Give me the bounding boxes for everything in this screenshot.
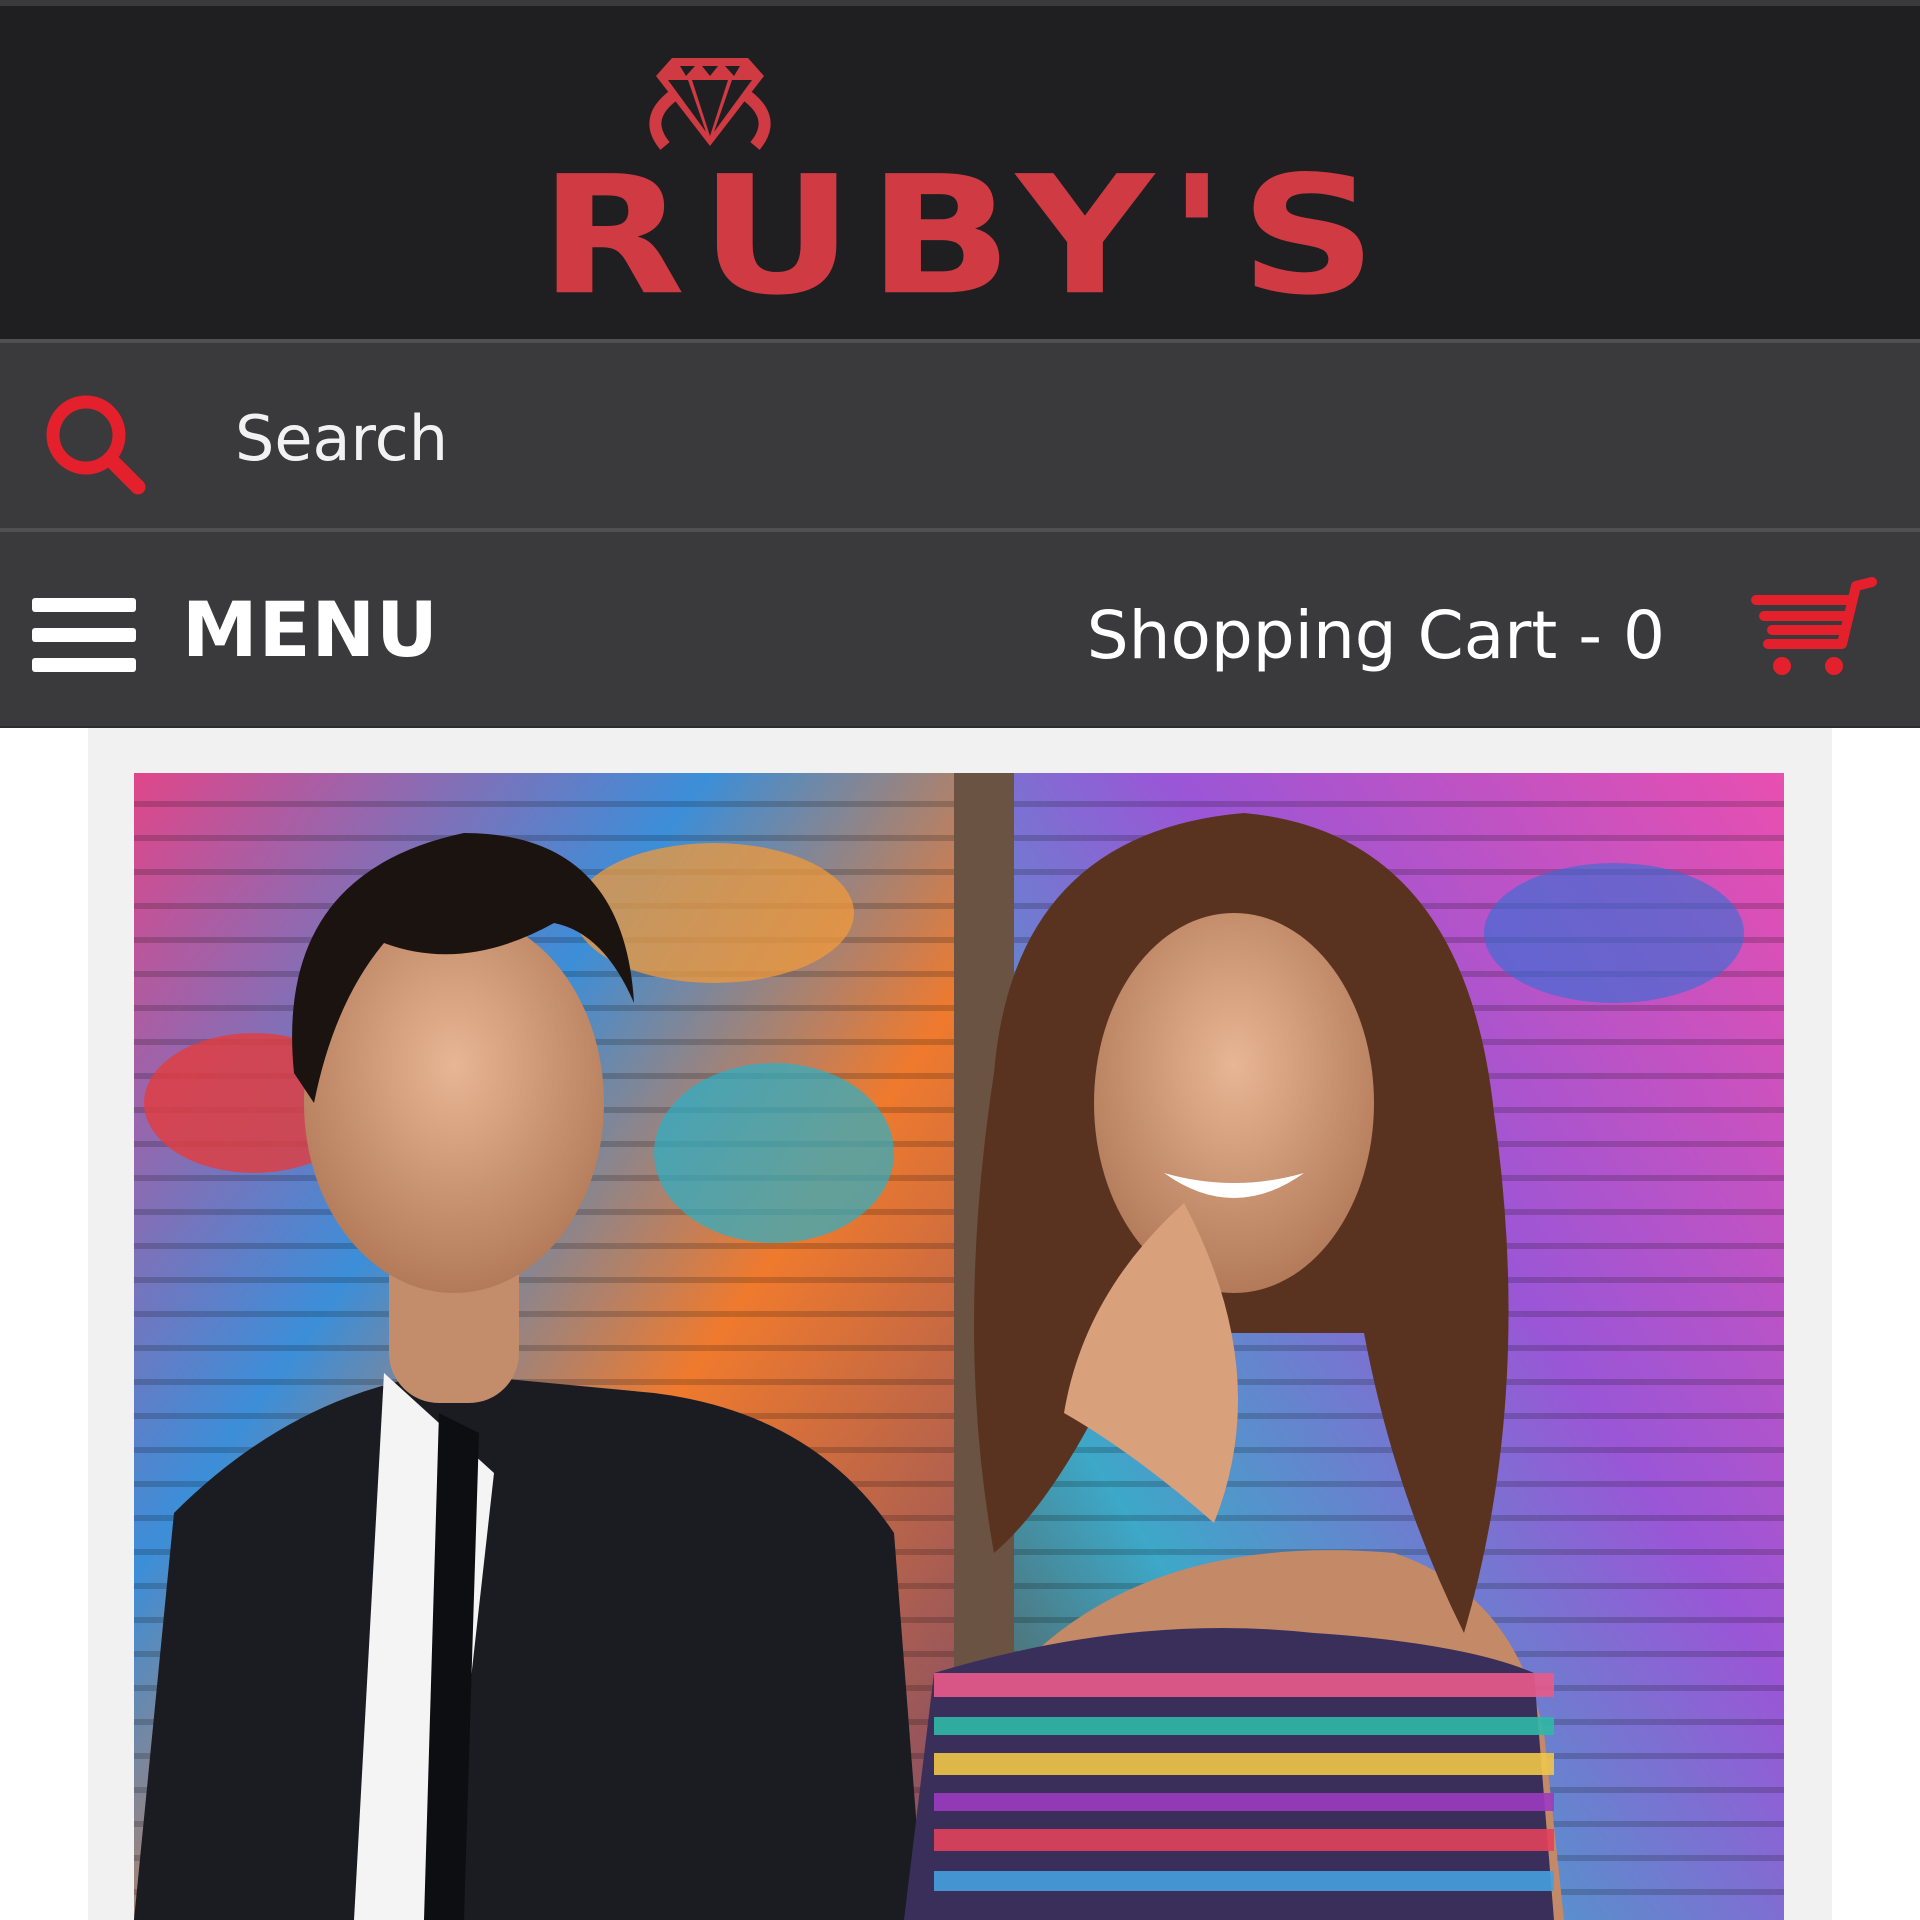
menu-label: MENU — [182, 585, 439, 674]
search-input[interactable] — [225, 373, 1865, 503]
search-icon[interactable] — [42, 391, 148, 497]
menu-button[interactable]: MENU — [32, 572, 438, 682]
shopping-cart-button[interactable]: Shopping Cart - 0 — [1087, 572, 1880, 692]
rubys-logo: RUBY'S — [539, 58, 1391, 316]
logo-link[interactable]: RUBY'S — [410, 36, 1520, 316]
search-bar — [0, 339, 1920, 532]
logo-wordmark: RUBY'S — [539, 141, 1391, 316]
logo-header: RUBY'S — [0, 6, 1920, 339]
hamburger-icon — [32, 592, 136, 678]
nav-bar: MENU Shopping Cart - 0 — [0, 532, 1920, 728]
hero-image[interactable] — [134, 773, 1784, 1920]
shopping-cart-icon — [1751, 577, 1877, 675]
shopping-cart-label: Shopping Cart - 0 — [1086, 597, 1665, 674]
hero-photo — [134, 773, 1784, 1920]
page: RUBY'S MENU Shopping Cart - 0 — [0, 0, 1920, 1920]
